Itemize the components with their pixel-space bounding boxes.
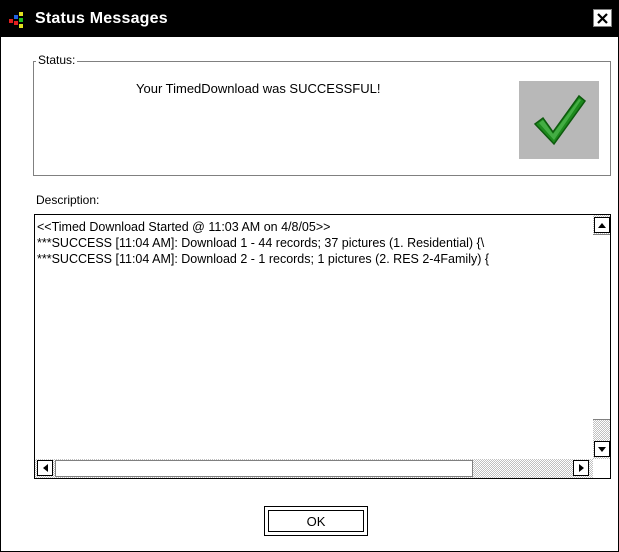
scroll-left-button[interactable] <box>37 460 53 476</box>
status-messages-window: Status Messages Status: Your TimedDownlo… <box>0 0 619 552</box>
green-checkmark-icon <box>533 94 587 146</box>
description-text: <<Timed Download Started @ 11:03 AM on 4… <box>37 219 592 267</box>
horizontal-scroll-thumb[interactable] <box>55 460 473 477</box>
log-line: ***SUCCESS [11:04 AM]: Download 1 - 44 r… <box>37 236 485 250</box>
window-title: Status Messages <box>35 10 168 27</box>
title-bar[interactable]: Status Messages <box>1 1 618 37</box>
log-line: ***SUCCESS [11:04 AM]: Download 2 - 1 re… <box>37 252 490 266</box>
vertical-scroll-thumb[interactable] <box>593 234 610 420</box>
close-icon <box>597 12 608 24</box>
vertical-scrollbar[interactable] <box>593 215 610 459</box>
scroll-up-button[interactable] <box>594 217 610 233</box>
arrow-left-icon <box>42 464 48 472</box>
status-message: Your TimedDownload was SUCCESSFUL! <box>136 81 381 96</box>
description-textarea[interactable]: <<Timed Download Started @ 11:03 AM on 4… <box>34 214 611 479</box>
close-button[interactable] <box>593 9 612 27</box>
scrollbar-corner <box>593 459 610 478</box>
scroll-right-button[interactable] <box>573 460 589 476</box>
status-group-label: Status: <box>36 53 78 67</box>
arrow-up-icon <box>598 222 606 228</box>
ok-button-label: OK <box>306 513 326 529</box>
ok-button[interactable]: OK <box>264 506 368 536</box>
stacked-bars-icon <box>9 12 23 28</box>
arrow-down-icon <box>598 446 606 452</box>
horizontal-scrollbar[interactable] <box>35 459 593 478</box>
log-line: <<Timed Download Started @ 11:03 AM on 4… <box>37 220 331 234</box>
scroll-down-button[interactable] <box>594 441 610 457</box>
description-label: Description: <box>36 193 100 207</box>
success-indicator <box>519 81 599 159</box>
arrow-right-icon <box>578 464 584 472</box>
